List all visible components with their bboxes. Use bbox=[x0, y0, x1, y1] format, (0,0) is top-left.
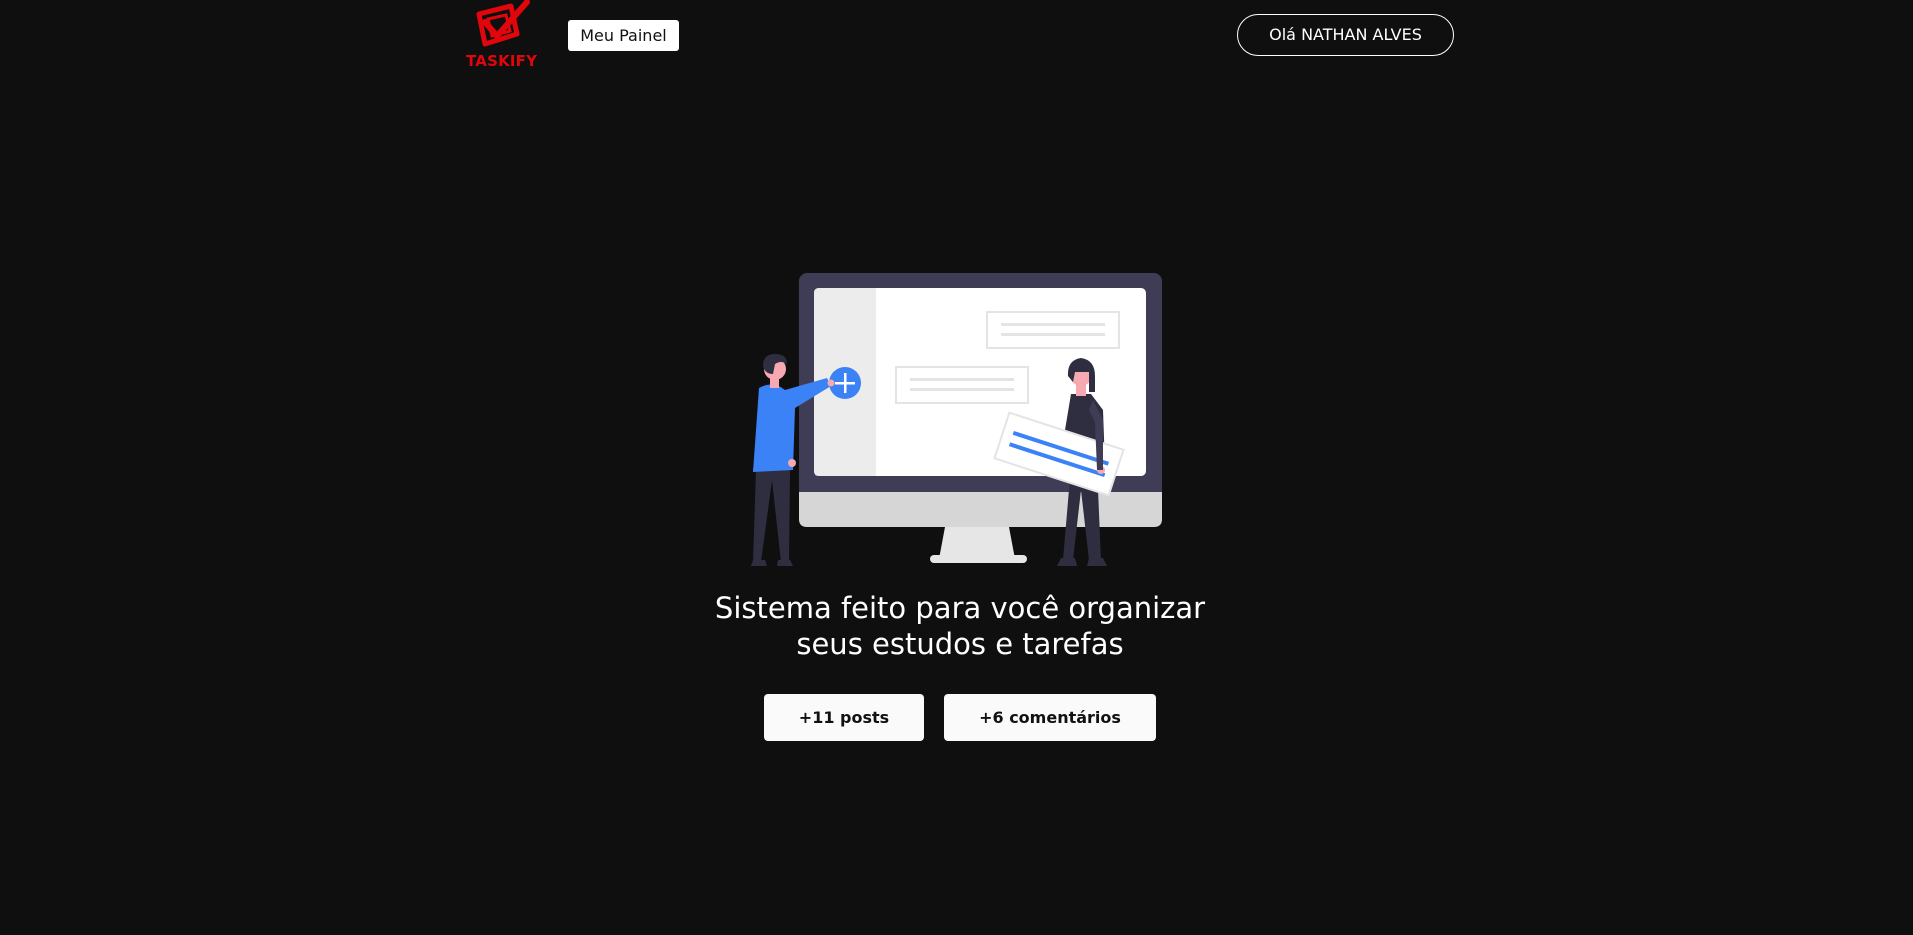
hero-title-line1: Sistema feito para você organizar bbox=[714, 591, 1206, 625]
taskify-logo-icon bbox=[476, 0, 530, 47]
logo-text: TASKIFY bbox=[466, 52, 538, 70]
home-page: TASKIFY Meu Painel Olá NATHAN ALVES Sist… bbox=[0, 0, 1913, 935]
meu-painel-button[interactable]: Meu Painel bbox=[568, 20, 679, 51]
posts-count-badge: +11 posts bbox=[764, 694, 924, 741]
task-board-illustration bbox=[751, 273, 1162, 566]
top-header: TASKIFY Meu Painel Olá NATHAN ALVES bbox=[0, 0, 1913, 72]
hero-title-line2: seus estudos e tarefas bbox=[796, 627, 1124, 661]
taskify-logo[interactable]: TASKIFY bbox=[463, 0, 545, 72]
user-greeting-button[interactable]: Olá NATHAN ALVES bbox=[1237, 14, 1454, 56]
hero-title: Sistema feito para você organizar seus e… bbox=[656, 590, 1264, 662]
comments-count-badge: +6 comentários bbox=[944, 694, 1156, 741]
